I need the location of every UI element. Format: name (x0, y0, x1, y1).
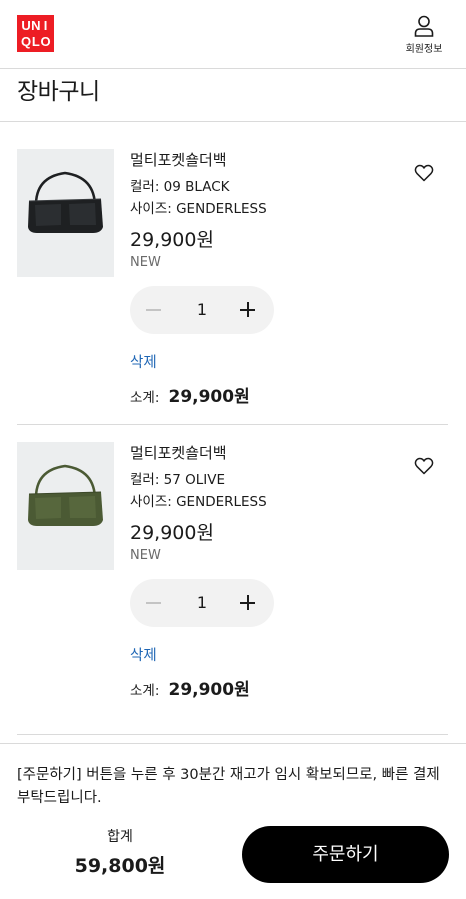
logo-letter: L (31, 33, 40, 49)
product-image[interactable] (17, 149, 114, 277)
delete-button[interactable]: 삭제 (130, 351, 157, 372)
minus-icon[interactable] (144, 300, 164, 320)
logo-letter: U (21, 18, 31, 33)
stock-notice: [주문하기] 버튼을 누른 후 30분간 재고가 임시 확보되므로, 빠른 결제… (17, 767, 440, 806)
product-price: 29,900원 (130, 522, 214, 544)
quantity-value: 1 (196, 300, 208, 319)
uniqlo-logo[interactable]: U N I Q L O (17, 15, 54, 52)
product-name[interactable]: 멀티포켓숄더백 (130, 149, 400, 171)
product-flag: NEW (130, 548, 161, 563)
checkout-footer: [주문하기] 버튼을 누른 후 30분간 재고가 임시 확보되므로, 빠른 결제… (0, 743, 466, 899)
product-info: 멀티포켓숄더백 컬러: 09 BLACK 사이즈: GENDERLESS 29,… (130, 149, 400, 273)
product-size: 사이즈: GENDERLESS (130, 201, 267, 217)
header: U N I Q L O 회원정보 (0, 0, 466, 69)
product-size: 사이즈: GENDERLESS (130, 494, 267, 510)
divider (17, 734, 448, 735)
total-value: 59,800원 (74, 855, 166, 877)
plus-icon[interactable] (238, 593, 258, 613)
delete-button[interactable]: 삭제 (130, 644, 157, 665)
product-name[interactable]: 멀티포켓숄더백 (130, 442, 400, 464)
quantity-value: 1 (196, 593, 208, 612)
divider (0, 121, 466, 122)
logo-letter: I (43, 18, 48, 33)
product-image[interactable] (17, 442, 114, 570)
quantity-stepper: 1 (130, 286, 274, 334)
product-color: 컬러: 09 BLACK (130, 179, 230, 195)
minus-icon[interactable] (144, 593, 164, 613)
page-title: 장바구니 (17, 79, 100, 105)
subtotal: 소계: 29,900원 (130, 382, 250, 407)
total-label: 합계 (107, 829, 133, 845)
product-price: 29,900원 (130, 229, 214, 251)
divider (17, 424, 448, 425)
order-button[interactable]: 주문하기 (242, 826, 449, 883)
logo-letter: N (31, 18, 41, 33)
plus-icon[interactable] (238, 300, 258, 320)
subtotal-value: 29,900원 (168, 387, 250, 407)
subtotal: 소계: 29,900원 (130, 675, 250, 700)
subtotal-value: 29,900원 (168, 680, 250, 700)
user-icon (414, 15, 434, 37)
heart-icon[interactable] (414, 163, 434, 183)
logo-letter: O (40, 33, 51, 49)
product-flag: NEW (130, 255, 161, 270)
subtotal-label: 소계: (130, 390, 160, 406)
logo-letter: Q (21, 33, 32, 49)
product-color: 컬러: 57 OLIVE (130, 472, 226, 488)
quantity-stepper: 1 (130, 579, 274, 627)
heart-icon[interactable] (414, 456, 434, 476)
member-info-button[interactable]: 회원정보 (404, 15, 444, 55)
member-info-label: 회원정보 (405, 44, 443, 55)
subtotal-label: 소계: (130, 683, 160, 699)
product-info: 멀티포켓숄더백 컬러: 57 OLIVE 사이즈: GENDERLESS 29,… (130, 442, 400, 566)
